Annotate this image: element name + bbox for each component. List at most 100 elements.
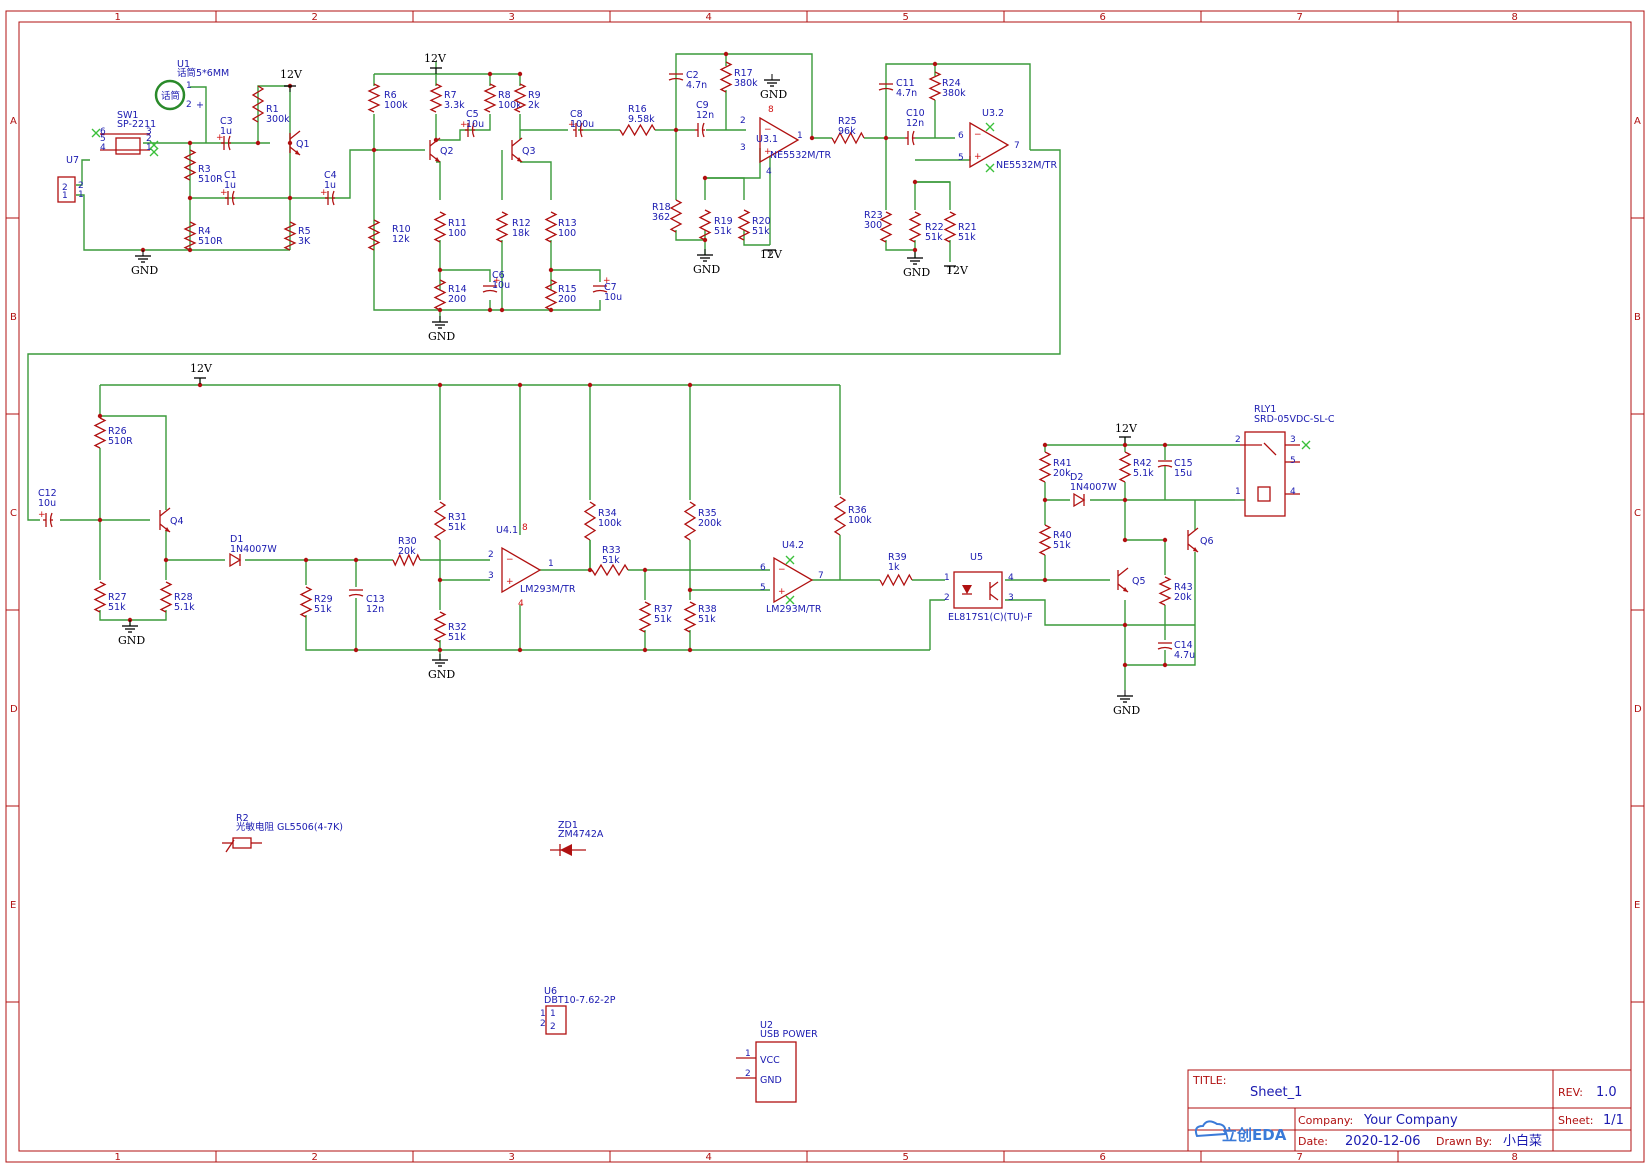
transistor-Q2: Q2 bbox=[429, 137, 454, 163]
schematic-sheet: 1122334455667788A AB BC CD DE E 2121U7SW… bbox=[5, 10, 1645, 1163]
resistor-R28: R285.1k bbox=[159, 581, 195, 613]
junction-dot bbox=[1162, 537, 1168, 543]
value-C1: 1u bbox=[224, 180, 236, 191]
vcc-block5: 12V bbox=[190, 362, 213, 384]
junction-dot bbox=[723, 51, 729, 57]
junction-dot bbox=[1042, 497, 1048, 503]
junction-dot bbox=[1122, 442, 1128, 448]
u2-pin2: 2 bbox=[745, 1069, 751, 1079]
ref-U5: U5 bbox=[970, 552, 983, 563]
u5-pin3: 3 bbox=[1008, 593, 1014, 603]
u5-pin1: 1 bbox=[944, 573, 950, 583]
gnd-block6-label: GND bbox=[1113, 704, 1140, 717]
terminal-U6: U6DBT10-7.62-2P1212 bbox=[540, 986, 616, 1035]
u42-pin6: 6 bbox=[760, 563, 766, 573]
frame-row-left-D: D bbox=[10, 704, 18, 715]
value-R40: 51k bbox=[1053, 540, 1071, 551]
u41-pin1: 1 bbox=[548, 559, 554, 569]
resistor-R3: R3510R bbox=[183, 149, 223, 185]
junction-dot bbox=[255, 140, 261, 146]
sheet-title: Sheet_1 bbox=[1250, 1085, 1302, 1100]
capacitor-C8: +C8100u bbox=[568, 109, 594, 138]
value-R14: 200 bbox=[448, 294, 466, 305]
capacitor-C2: C24.7n bbox=[668, 70, 707, 91]
sheet-label: Sheet: bbox=[1558, 1114, 1594, 1127]
value-R38: 51k bbox=[698, 614, 716, 625]
junction-dot bbox=[587, 567, 593, 573]
resistor-R36: R36100k bbox=[833, 496, 872, 536]
value-R42: 5.1k bbox=[1133, 468, 1154, 479]
value-R6: 100k bbox=[384, 100, 408, 111]
u31-pin3: 3 bbox=[740, 143, 746, 153]
value-R43: 20k bbox=[1174, 592, 1192, 603]
value-U4_2: LM293M/TR bbox=[766, 604, 822, 615]
nc-u32-top bbox=[985, 122, 995, 132]
frame-col-bottom-7: 7 bbox=[1297, 1152, 1303, 1163]
ref-Q2: Q2 bbox=[440, 146, 454, 157]
value-R20: 51k bbox=[752, 226, 770, 237]
symbols: 2121U7SW1SP-2211654321话筒U1话筒5*6MM12 + R130… bbox=[38, 52, 1335, 1103]
value-R13: 100 bbox=[558, 228, 576, 239]
frame-col-top-4: 4 bbox=[706, 12, 712, 23]
junction-dot bbox=[1042, 442, 1048, 448]
ref-U3_2: U3.2 bbox=[982, 108, 1004, 119]
sw-4: 4 bbox=[100, 143, 106, 153]
drawn-by-value: 小白菜 bbox=[1503, 1133, 1542, 1149]
gnd-block6: GND bbox=[1113, 690, 1140, 717]
value-R7: 3.3k bbox=[444, 100, 465, 111]
frame-row-right-E: E bbox=[1634, 900, 1640, 911]
relay-RLY1: RLY1SRD-05VDC-SL-C21354 bbox=[1235, 404, 1335, 517]
value-R28: 5.1k bbox=[174, 602, 195, 613]
rev-label: REV: bbox=[1558, 1086, 1583, 1099]
rly-pin5: 5 bbox=[1290, 456, 1296, 466]
value-U4_1: LM293M/TR bbox=[520, 584, 576, 595]
resistor-R16: R169.58k bbox=[619, 104, 656, 137]
connector-U2: U2USB POWER12VCCGND bbox=[736, 1020, 818, 1103]
resistor-R26: R26510R bbox=[93, 417, 133, 449]
resistor-R20: R2051k bbox=[737, 209, 771, 241]
frame-row-left-B: B bbox=[10, 312, 17, 323]
u6-pin2: 2 bbox=[540, 1019, 546, 1029]
value-R23: 300 bbox=[864, 220, 882, 231]
resistor-R34: R34100k bbox=[583, 501, 622, 541]
resistor-R10: R1012k bbox=[367, 219, 411, 251]
frame-col-bottom-1: 1 bbox=[115, 1152, 121, 1163]
capacitor-C14: C144.7u bbox=[1157, 640, 1195, 661]
company-label: Company: bbox=[1298, 1114, 1353, 1127]
value-R9: 2k bbox=[528, 100, 540, 111]
connector-U7: 2121U7 bbox=[57, 155, 84, 203]
value-C8: 100u bbox=[570, 119, 594, 130]
resistor-R38: R3851k bbox=[683, 601, 717, 633]
minus-U4_2: − bbox=[778, 565, 786, 575]
value-R33: 51k bbox=[602, 555, 620, 566]
junction-dot bbox=[587, 382, 593, 388]
frame-col-top-6: 6 bbox=[1100, 12, 1106, 23]
junction-dot bbox=[1162, 442, 1168, 448]
u1-pin1: 1 bbox=[186, 81, 192, 91]
zener-ZD1: ZD1ZM4742A bbox=[550, 820, 604, 856]
nc-u42-bot bbox=[785, 595, 795, 605]
u7-pin1b: 1 bbox=[78, 190, 84, 200]
junction-dot bbox=[353, 647, 359, 653]
junction-dot bbox=[1122, 622, 1128, 628]
resistor-R18: R18362 bbox=[652, 199, 683, 233]
junction-dot bbox=[303, 557, 309, 563]
frame-col-bottom-4: 4 bbox=[706, 1152, 712, 1163]
ref-Q5: Q5 bbox=[1132, 576, 1146, 587]
resistor-R32: R3251k bbox=[433, 611, 467, 643]
rly-pin1: 1 bbox=[1235, 487, 1241, 497]
junction-dot bbox=[163, 557, 169, 563]
transistor-Q6: Q6 bbox=[1187, 527, 1214, 553]
junction-dot bbox=[97, 517, 103, 523]
gnd-block1-label: GND bbox=[131, 264, 158, 277]
vcc-block4: 12V bbox=[944, 264, 969, 277]
transistor-Q3: Q3 bbox=[511, 137, 536, 163]
frame-col-top-2: 2 bbox=[312, 12, 318, 23]
value-R19: 51k bbox=[714, 226, 732, 237]
ref-U7: U7 bbox=[66, 155, 79, 166]
title-label: TITLE: bbox=[1192, 1074, 1226, 1087]
diode-D1: D11N4007W bbox=[229, 534, 277, 568]
frame-col-top-1: 1 bbox=[115, 12, 121, 23]
value-U5: EL817S1(C)(TU)-F bbox=[948, 612, 1033, 623]
value-C2: 4.7n bbox=[686, 80, 707, 91]
